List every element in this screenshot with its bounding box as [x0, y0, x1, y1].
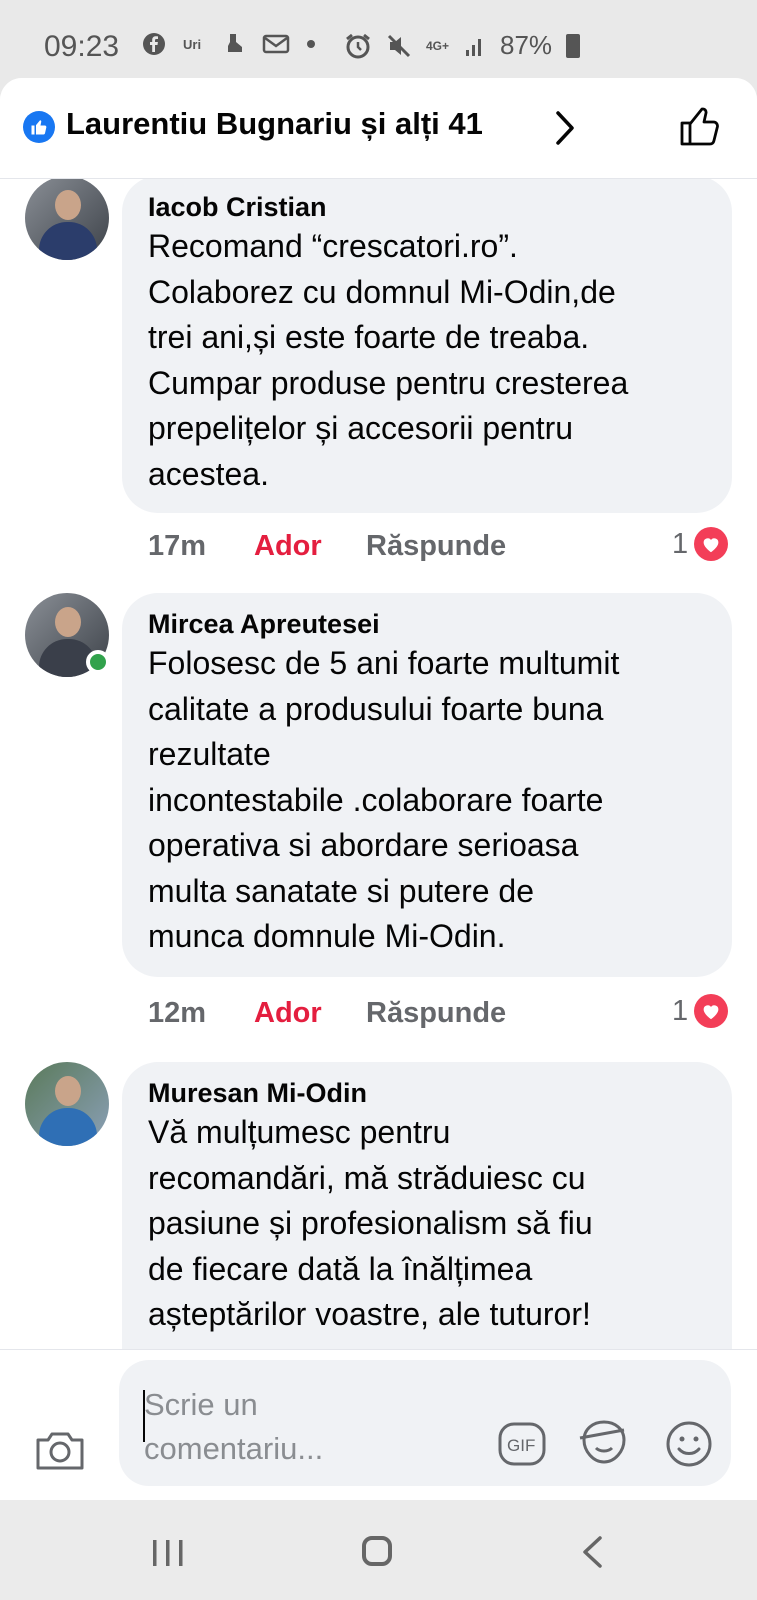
- svg-text:Uri: Uri: [183, 37, 201, 52]
- comment-input-placeholder[interactable]: Scrie un comentariu...: [144, 1383, 354, 1471]
- avatar[interactable]: [25, 1062, 109, 1146]
- svg-text:GIF: GIF: [507, 1436, 535, 1455]
- comment-text: Recomand “crescatori.ro”. Colaborez cu d…: [148, 228, 629, 492]
- comment-time[interactable]: 17m: [148, 530, 206, 563]
- camera-icon[interactable]: [34, 1428, 86, 1472]
- love-button[interactable]: Ador: [254, 530, 322, 563]
- facebook-icon: [143, 33, 165, 55]
- recent-apps-icon[interactable]: [151, 1538, 185, 1568]
- heart-icon: [694, 527, 729, 561]
- reactions-header[interactable]: Laurentiu Bugnariu și alți 41: [0, 78, 757, 179]
- mail-icon: [262, 34, 290, 54]
- signal-icon: [466, 38, 481, 56]
- like-badge-icon: [23, 111, 55, 143]
- battery-icon: [566, 33, 581, 58]
- reply-button[interactable]: Răspunde: [366, 530, 506, 563]
- status-left-icons: Uri: [142, 32, 316, 56]
- emoji-icon[interactable]: [664, 1419, 714, 1469]
- shoe-icon: [228, 34, 242, 52]
- comment-time[interactable]: 12m: [148, 997, 206, 1030]
- sticker-icon[interactable]: [578, 1418, 630, 1468]
- gif-icon[interactable]: GIF: [497, 1421, 547, 1467]
- mute-icon: [387, 34, 411, 57]
- comment-list: Iacob Cristian Recomand “crescatori.ro”.…: [0, 179, 757, 1427]
- heart-icon: [694, 994, 729, 1028]
- status-right-icons: 4G+ 87%: [344, 30, 581, 61]
- comment-text: Vă mulțumesc pentru recomandări, mă stră…: [148, 1114, 593, 1332]
- reaction-number: 1: [672, 994, 689, 1027]
- thumbs-up-icon[interactable]: [678, 104, 722, 148]
- battery-percent: 87%: [500, 30, 553, 60]
- status-bar: 09:23 Uri 4G+ 87%: [0, 0, 757, 90]
- reaction-count[interactable]: 1: [672, 527, 729, 561]
- home-icon[interactable]: [362, 1536, 392, 1566]
- back-icon[interactable]: [580, 1535, 604, 1569]
- comment-bubble[interactable]: Mircea Apreutesei Folosesc de 5 ani foar…: [122, 593, 732, 977]
- comment-author[interactable]: Muresan Mi-Odin: [148, 1076, 706, 1110]
- network-type: 4G+: [426, 38, 450, 53]
- dot-icon: [307, 40, 315, 48]
- online-status-icon: [86, 650, 110, 674]
- comment-text: Folosesc de 5 ani foarte multumit calita…: [148, 645, 620, 954]
- chevron-right-icon[interactable]: [552, 108, 578, 148]
- reaction-count[interactable]: 1: [672, 994, 729, 1028]
- avatar[interactable]: [25, 179, 109, 260]
- uniq-icon: Uri: [183, 37, 201, 52]
- reactors-title[interactable]: Laurentiu Bugnariu și alți 41: [66, 106, 483, 142]
- alarm-icon: [346, 33, 370, 58]
- comment-author[interactable]: Iacob Cristian: [148, 190, 706, 224]
- comment-author[interactable]: Mircea Apreutesei: [148, 607, 706, 641]
- reaction-number: 1: [672, 527, 689, 560]
- comment-bubble[interactable]: Iacob Cristian Recomand “crescatori.ro”.…: [122, 179, 732, 513]
- status-time: 09:23: [44, 30, 120, 63]
- reply-button[interactable]: Răspunde: [366, 997, 506, 1030]
- comments-sheet: Laurentiu Bugnariu și alți 41 Iacob Cris…: [0, 78, 757, 1498]
- love-button[interactable]: Ador: [254, 997, 322, 1030]
